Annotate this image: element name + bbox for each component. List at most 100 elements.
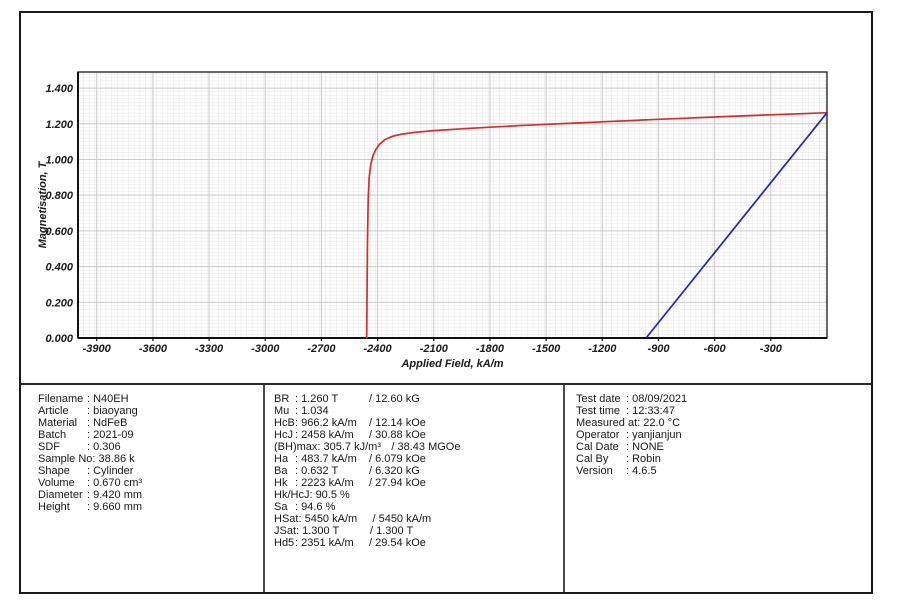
row-value-si: : 483.7 kA/m — [295, 453, 369, 465]
row-label: Hk — [274, 477, 295, 489]
info-row: Material: NdFeB — [38, 417, 263, 429]
row-value-si: : 5450 kA/m — [298, 513, 372, 525]
row-value: : NdFeB — [87, 417, 127, 429]
row-value-si: : 0.632 T — [295, 465, 369, 477]
row-value-cgs: / 6.320 kG — [369, 465, 420, 477]
test-info-panel: Test date: 08/09/2021Test time: 12:33:47… — [563, 385, 869, 592]
row-value: : 0.306 — [87, 441, 121, 453]
report-table: Filename: N40EHArticle: biaoyangMaterial… — [21, 383, 871, 592]
info-row: Cal Date: NONE — [576, 441, 869, 453]
svg-text:-2400: -2400 — [364, 343, 393, 355]
row-value: : Cylinder — [87, 465, 133, 477]
row-value: : yanjianjun — [626, 429, 682, 441]
svg-text:-1200: -1200 — [588, 343, 617, 355]
row-value: : 9.420 mm — [87, 489, 142, 501]
info-row: Cal By: Robin — [576, 453, 869, 465]
row-label: Sample No — [38, 453, 92, 465]
row-value-si: : 305.7 kJ/m³ — [317, 441, 391, 453]
row-label: Filename — [38, 393, 87, 405]
svg-text:0.200: 0.200 — [45, 297, 73, 309]
info-row: Mu: 1.034 — [274, 405, 563, 417]
svg-text:-2100: -2100 — [420, 343, 449, 355]
info-row: HSat: 5450 kA/m/ 5450 kA/m — [274, 513, 563, 525]
info-row: Diameter: 9.420 mm — [38, 489, 263, 501]
row-label: Hd5 — [274, 537, 295, 549]
row-label: Volume — [38, 477, 87, 489]
row-label: Cal By — [576, 453, 626, 465]
svg-text:1.000: 1.000 — [45, 154, 73, 166]
row-label: HcB — [274, 417, 295, 429]
info-row: SDF: 0.306 — [38, 441, 263, 453]
svg-text:0.800: 0.800 — [45, 190, 73, 202]
row-value-si: : 94.6 % — [295, 501, 369, 513]
row-label: Height — [38, 501, 87, 513]
row-label: Measured at — [576, 417, 637, 429]
row-value: : N40EH — [87, 393, 129, 405]
row-label: JSat — [274, 525, 296, 537]
svg-text:-600: -600 — [704, 343, 727, 355]
info-row: Filename: N40EH — [38, 393, 263, 405]
row-value-cgs: / 38.43 MGOe — [391, 441, 460, 453]
row-label: Version — [576, 465, 626, 477]
row-label: HSat — [274, 513, 298, 525]
row-label: Ha — [274, 453, 295, 465]
row-value: : NONE — [626, 441, 664, 453]
row-value: : 2021-09 — [87, 429, 133, 441]
info-row: Operator: yanjianjun — [576, 429, 869, 441]
info-row: JSat: 1.300 T/ 1.300 T — [274, 525, 563, 537]
svg-text:-3000: -3000 — [251, 343, 280, 355]
svg-text:0.600: 0.600 — [45, 226, 73, 238]
row-label: SDF — [38, 441, 87, 453]
row-value-si: : 1.300 T — [296, 525, 370, 537]
info-row: Test time: 12:33:47 — [576, 405, 869, 417]
info-row: Shape: Cylinder — [38, 465, 263, 477]
row-label: Operator — [576, 429, 626, 441]
info-row: HcB: 966.2 kA/m/ 12.14 kOe — [274, 417, 563, 429]
info-row: Version: 4.6.5 — [576, 465, 869, 477]
row-value-si: : 2223 kA/m — [295, 477, 369, 489]
row-value-cgs: / 29.54 kOe — [369, 537, 426, 549]
sample-info-panel: Filename: N40EHArticle: biaoyangMaterial… — [21, 385, 263, 592]
row-label: Cal Date — [576, 441, 626, 453]
svg-text:-3900: -3900 — [83, 343, 112, 355]
row-value-cgs: / 6.079 kOe — [369, 453, 426, 465]
row-value-cgs: / 27.94 kOe — [369, 477, 426, 489]
svg-text:0.400: 0.400 — [45, 262, 73, 274]
info-row: Sa: 94.6 % — [274, 501, 563, 513]
info-row: Article: biaoyang — [38, 405, 263, 417]
row-value-si: : 1.260 T — [295, 393, 369, 405]
svg-text:Magnetisation, T: Magnetisation, T — [37, 160, 49, 248]
svg-text:-3600: -3600 — [139, 343, 168, 355]
row-label: Article — [38, 405, 87, 417]
row-value-cgs: / 1.300 T — [370, 525, 413, 537]
svg-text:-3300: -3300 — [195, 343, 224, 355]
row-value-si: : 966.2 kA/m — [295, 417, 369, 429]
row-label: Shape — [38, 465, 87, 477]
info-row: Volume: 0.670 cm³ — [38, 477, 263, 489]
info-row: Height: 9.660 mm — [38, 501, 263, 513]
svg-text:Applied Field, kA/m: Applied Field, kA/m — [400, 358, 503, 370]
row-value-si: : 90.5 % — [309, 489, 383, 501]
row-value: : 38.86 k — [92, 453, 134, 465]
row-value-cgs: / 12.60 kG — [369, 393, 420, 405]
row-label: Test time — [576, 405, 626, 417]
row-value-cgs: / 12.14 kOe — [369, 417, 426, 429]
row-value: : 9.660 mm — [87, 501, 142, 513]
info-row: Hk/HcJ: 90.5 % — [274, 489, 563, 501]
row-label: Mu — [274, 405, 295, 417]
svg-text:1.400: 1.400 — [45, 83, 73, 95]
row-label: Hk/HcJ — [274, 489, 309, 501]
info-row: Ba: 0.632 T/ 6.320 kG — [274, 465, 563, 477]
info-row: (BH)max: 305.7 kJ/m³/ 38.43 MGOe — [274, 441, 563, 453]
row-value-cgs: / 5450 kA/m — [372, 513, 431, 525]
row-value: : biaoyang — [87, 405, 138, 417]
info-row: Measured at: 22.0 °C — [576, 417, 869, 429]
info-row: Test date: 08/09/2021 — [576, 393, 869, 405]
row-label: BR — [274, 393, 295, 405]
row-label: HcJ — [274, 429, 295, 441]
row-value: : 12:33:47 — [626, 405, 675, 417]
row-value-si: : 2351 kA/m — [295, 537, 369, 549]
info-row: BR: 1.260 T/ 12.60 kG — [274, 393, 563, 405]
info-row: Sample No: 38.86 k — [38, 453, 263, 465]
row-value: : 0.670 cm³ — [87, 477, 142, 489]
